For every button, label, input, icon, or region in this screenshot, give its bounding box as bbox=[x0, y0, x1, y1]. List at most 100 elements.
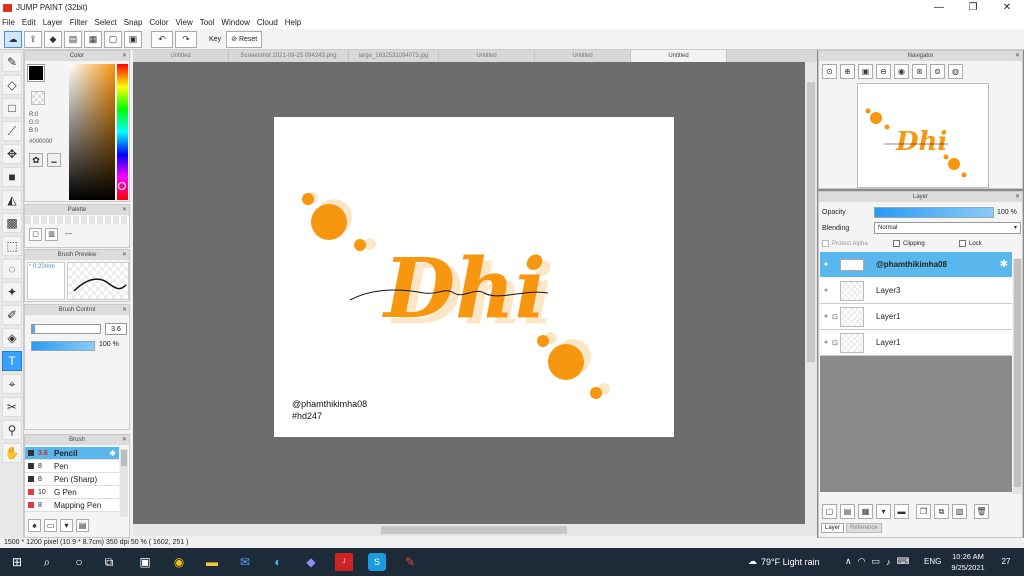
page-icon[interactable]: ▢ bbox=[104, 30, 122, 48]
folder-icon[interactable]: ▬ bbox=[894, 504, 909, 519]
brush-folder-icon[interactable]: ▭ bbox=[44, 519, 57, 532]
teams-icon[interactable]: ◆ bbox=[302, 553, 320, 571]
rectangle-tool-icon[interactable]: □ bbox=[2, 98, 22, 118]
clear-layer-icon[interactable]: ▧ bbox=[952, 504, 967, 519]
tab-reference[interactable]: Reference bbox=[846, 523, 882, 533]
edge-icon[interactable]: ◐ bbox=[269, 553, 287, 571]
chrome-icon[interactable]: ◉ bbox=[170, 553, 188, 571]
close-button[interactable]: ✕ bbox=[990, 0, 1024, 15]
battery-icon[interactable]: ▭ bbox=[871, 556, 880, 567]
reset-button[interactable]: ⊘ Reset bbox=[226, 30, 263, 48]
skype-icon[interactable]: S bbox=[368, 553, 386, 571]
fit-window-icon[interactable]: ▣ bbox=[858, 64, 873, 79]
brush-list-scrollbar[interactable] bbox=[120, 449, 128, 517]
panel-close-icon[interactable]: ✕ bbox=[1015, 51, 1020, 61]
menu-file[interactable]: File bbox=[2, 18, 15, 27]
brush-settings-icon[interactable]: ▤ bbox=[76, 519, 89, 532]
canvas-paper[interactable]: Dhi Dhi @phamthikimha08 #hd247 bbox=[274, 117, 674, 437]
paint-app-icon[interactable]: ✎ bbox=[401, 553, 419, 571]
jump-paint-taskbar-icon[interactable]: J bbox=[335, 553, 353, 571]
menu-select[interactable]: Select bbox=[94, 18, 116, 27]
tab-untitled-active[interactable]: Untitled bbox=[631, 50, 727, 62]
store-icon[interactable]: ▣ bbox=[136, 553, 154, 571]
trash-icon[interactable]: 🗑 bbox=[974, 504, 989, 519]
lasso-tool-icon[interactable]: ◌ bbox=[2, 259, 22, 279]
hand-tool-icon[interactable]: ✋ bbox=[2, 443, 22, 463]
lock-checkbox[interactable] bbox=[959, 240, 966, 247]
rotate-left-icon[interactable]: ⊛ bbox=[912, 64, 927, 79]
weather-widget[interactable]: ☁ 79°F Light rain bbox=[748, 556, 820, 567]
eraser-tool-icon[interactable]: ◇ bbox=[2, 75, 22, 95]
move-tool-icon[interactable]: ✥ bbox=[2, 144, 22, 164]
mail-icon[interactable]: ✉ bbox=[236, 553, 254, 571]
file-explorer-icon[interactable]: ▬ bbox=[203, 553, 221, 571]
brush-item-pen[interactable]: 8 Pen bbox=[25, 460, 119, 473]
cortana-icon[interactable]: ○ bbox=[70, 553, 88, 571]
select-pen-tool-icon[interactable]: ✐ bbox=[2, 305, 22, 325]
brush-size-input[interactable]: 3.6 bbox=[105, 323, 127, 335]
brush-item-g-pen[interactable]: 10 G Pen bbox=[25, 486, 119, 499]
layer-row-layer3[interactable]: ● Layer3 bbox=[820, 278, 1012, 304]
merge-layer-icon[interactable]: ⧉ bbox=[934, 504, 949, 519]
tab-large-jpg[interactable]: large_1632531094073.jpg bbox=[349, 50, 439, 62]
bucket-tool-icon[interactable]: ◭ bbox=[2, 190, 22, 210]
menu-filter[interactable]: Filter bbox=[70, 18, 88, 27]
layers-icon[interactable]: ▣ bbox=[124, 30, 142, 48]
delete-palette-icon[interactable]: ▥ bbox=[45, 228, 58, 241]
visibility-eye-icon[interactable]: ● bbox=[820, 287, 832, 294]
undo-icon[interactable]: ↶ bbox=[151, 30, 173, 48]
text-tool-icon[interactable]: T bbox=[2, 351, 22, 371]
tab-screenshot[interactable]: Screenshot 2021-09-25 094243.png bbox=[229, 50, 349, 62]
panel-close-icon[interactable]: ✕ bbox=[1015, 192, 1020, 202]
cloud-icon[interactable]: ☁ bbox=[4, 30, 22, 48]
input-icon[interactable]: ⌨ bbox=[896, 556, 909, 567]
redo-icon[interactable]: ↷ bbox=[175, 30, 197, 48]
notification-center[interactable]: 27 bbox=[996, 554, 1016, 570]
gear-icon[interactable]: ✱ bbox=[109, 449, 116, 458]
eyedropper-tool-icon[interactable]: ⚲ bbox=[2, 420, 22, 440]
blending-select[interactable]: Normal ▾ bbox=[874, 222, 1021, 234]
brush-item-pencil[interactable]: 3.6 Pencil ✱ bbox=[25, 447, 119, 460]
brush-tool-icon[interactable]: ✎ bbox=[2, 52, 22, 72]
search-icon[interactable]: ⌕ bbox=[38, 553, 56, 571]
navigator-thumbnail[interactable]: Dhi bbox=[857, 83, 989, 188]
menu-view[interactable]: View bbox=[176, 18, 193, 27]
gradient-tool-icon[interactable]: ▩ bbox=[2, 213, 22, 233]
panel-close-icon[interactable]: ✕ bbox=[122, 435, 127, 445]
brush-item-mapping-pen[interactable]: 8 Mapping Pen bbox=[25, 499, 119, 512]
language-indicator[interactable]: ENG bbox=[924, 557, 941, 566]
menu-help[interactable]: Help bbox=[285, 18, 301, 27]
brush-add-icon[interactable]: ♠ bbox=[28, 519, 41, 532]
task-view-icon[interactable]: ⧉ bbox=[100, 553, 118, 571]
brush-item-pen-sharp[interactable]: 8 Pen (Sharp) bbox=[25, 473, 119, 486]
export-icon[interactable]: ⇪ bbox=[24, 30, 42, 48]
layer-gear-icon[interactable]: ✱ bbox=[1000, 259, 1008, 270]
new-layer-icon[interactable]: ▢ bbox=[822, 504, 837, 519]
canvas-horizontal-scrollbar[interactable] bbox=[133, 524, 817, 536]
magic-wand-tool-icon[interactable]: ✦ bbox=[2, 282, 22, 302]
menu-edit[interactable]: Edit bbox=[22, 18, 36, 27]
menu-cloud[interactable]: Cloud bbox=[257, 18, 278, 27]
foreground-color-swatch[interactable] bbox=[27, 64, 45, 82]
message-icon[interactable]: ▤ bbox=[64, 30, 82, 48]
flip-icon[interactable]: ◍ bbox=[948, 64, 963, 79]
panel-close-icon[interactable]: ✕ bbox=[122, 305, 127, 315]
actual-size-icon[interactable]: ◉ bbox=[894, 64, 909, 79]
tab-untitled-3[interactable]: Untitled bbox=[535, 50, 631, 62]
layer-row-phamthikimha08[interactable]: ● @phamthikimha08 ✱ bbox=[820, 252, 1012, 278]
hue-slider[interactable] bbox=[117, 64, 128, 200]
minimize-button[interactable]: — bbox=[922, 0, 956, 15]
windows-start-icon[interactable]: ⊞ bbox=[8, 553, 26, 571]
panel-close-icon[interactable]: ✕ bbox=[122, 250, 127, 260]
zoom-out-icon[interactable]: ⊖ bbox=[876, 64, 891, 79]
hue-handle[interactable] bbox=[118, 182, 126, 190]
visibility-eye-icon[interactable]: ● bbox=[820, 261, 832, 268]
menu-tool[interactable]: Tool bbox=[200, 18, 215, 27]
saturation-value-picker[interactable] bbox=[69, 64, 115, 200]
tab-layer[interactable]: Layer bbox=[821, 523, 845, 533]
tab-untitled-1[interactable]: Untitled bbox=[133, 50, 229, 62]
color-settings-icon[interactable]: ▁ bbox=[47, 153, 61, 167]
line-tool-icon[interactable]: ⟋ bbox=[2, 121, 22, 141]
brush-size-slider[interactable] bbox=[31, 324, 101, 334]
brush-menu-icon[interactable]: ▾ bbox=[60, 519, 73, 532]
